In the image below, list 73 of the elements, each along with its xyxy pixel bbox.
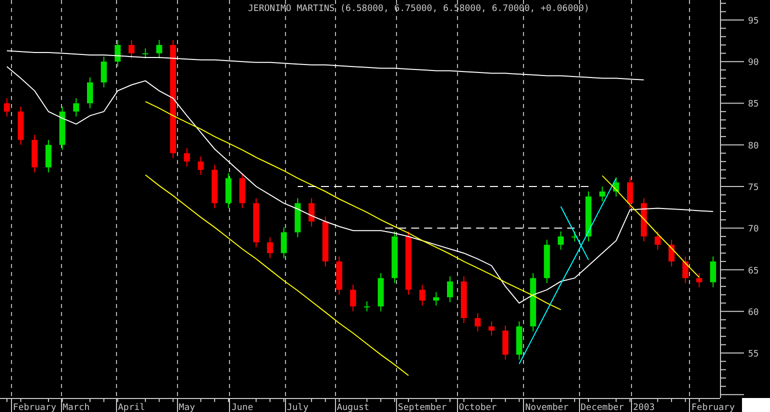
price-candle (308, 198, 315, 227)
x-axis-label: October (458, 403, 497, 412)
price-candle (613, 176, 620, 197)
price-candle (198, 156, 204, 176)
price-candle (654, 230, 661, 250)
price-candle (530, 272, 536, 332)
price-candle (239, 172, 246, 209)
price-candle (73, 98, 80, 118)
x-axis-label: February (12, 403, 56, 412)
price-candle (585, 191, 592, 242)
price-candle (128, 39, 135, 59)
y-axis-label: 90 (748, 58, 759, 68)
price-candle (640, 198, 647, 242)
price-candle (544, 239, 550, 284)
x-axis-label: July (286, 403, 309, 412)
price-candle (516, 320, 522, 360)
price-candle (59, 106, 66, 150)
price-candle (433, 292, 440, 306)
price-candle (18, 106, 24, 146)
x-axis-label: November (525, 403, 569, 412)
y-axis-label: 80 (748, 141, 759, 152)
price-candle (45, 139, 52, 173)
x-axis-label: March (62, 403, 90, 412)
y-axis-label: 60 (748, 308, 759, 318)
price-candle (253, 198, 260, 248)
price-candle (682, 256, 688, 284)
chart-title: JERONIMO MARTINS (6.58000, 6.75000, 6.58000, 6.70000, +0.06000) (248, 4, 590, 14)
price-candle (668, 239, 675, 267)
price-candle (184, 148, 190, 168)
y-axis-label: 95 (748, 16, 759, 26)
price-candle (696, 272, 702, 288)
x-axis-label: February (691, 403, 735, 412)
price-candle (572, 230, 578, 242)
price-candle (114, 39, 121, 68)
x-axis-label: August (336, 403, 370, 412)
price-candle (322, 216, 328, 267)
price-candle (294, 198, 301, 238)
price-candle (392, 230, 398, 284)
y-axis-label: 55 (748, 350, 759, 360)
price-candle (710, 256, 716, 288)
y-axis-label: 85 (748, 100, 759, 110)
price-candle (142, 48, 148, 59)
price-candle (599, 186, 606, 202)
price-candle (336, 256, 342, 296)
price-candle (474, 312, 481, 332)
price-candle (100, 56, 107, 88)
price-candle (460, 276, 467, 324)
x-axis-label: May (178, 403, 196, 412)
price-candle (156, 39, 162, 59)
y-axis-label: 65 (748, 266, 759, 276)
x-axis-label: April (118, 403, 146, 412)
x-axis-label: December (580, 403, 624, 412)
price-candle (558, 230, 564, 250)
price-candle (419, 284, 426, 306)
price-candle (502, 325, 508, 360)
price-candle (4, 98, 10, 118)
x-axis-label: 2003 (633, 403, 655, 412)
price-candle (267, 236, 273, 259)
price-candle (378, 272, 384, 312)
y-axis-label: 75 (748, 183, 759, 193)
x-axis-label: September (398, 403, 447, 412)
price-candle (212, 164, 218, 209)
y-axis-label: 70 (748, 224, 759, 235)
price-candle (488, 320, 495, 336)
x-axis-label: June (231, 403, 254, 412)
price-candle (280, 226, 287, 259)
price-candle (364, 300, 370, 312)
price-candle (32, 134, 38, 173)
price-candle (627, 176, 633, 209)
price-candle (350, 284, 356, 312)
price-candle (225, 172, 232, 209)
price-candle (447, 276, 453, 303)
price-candle (87, 76, 93, 109)
